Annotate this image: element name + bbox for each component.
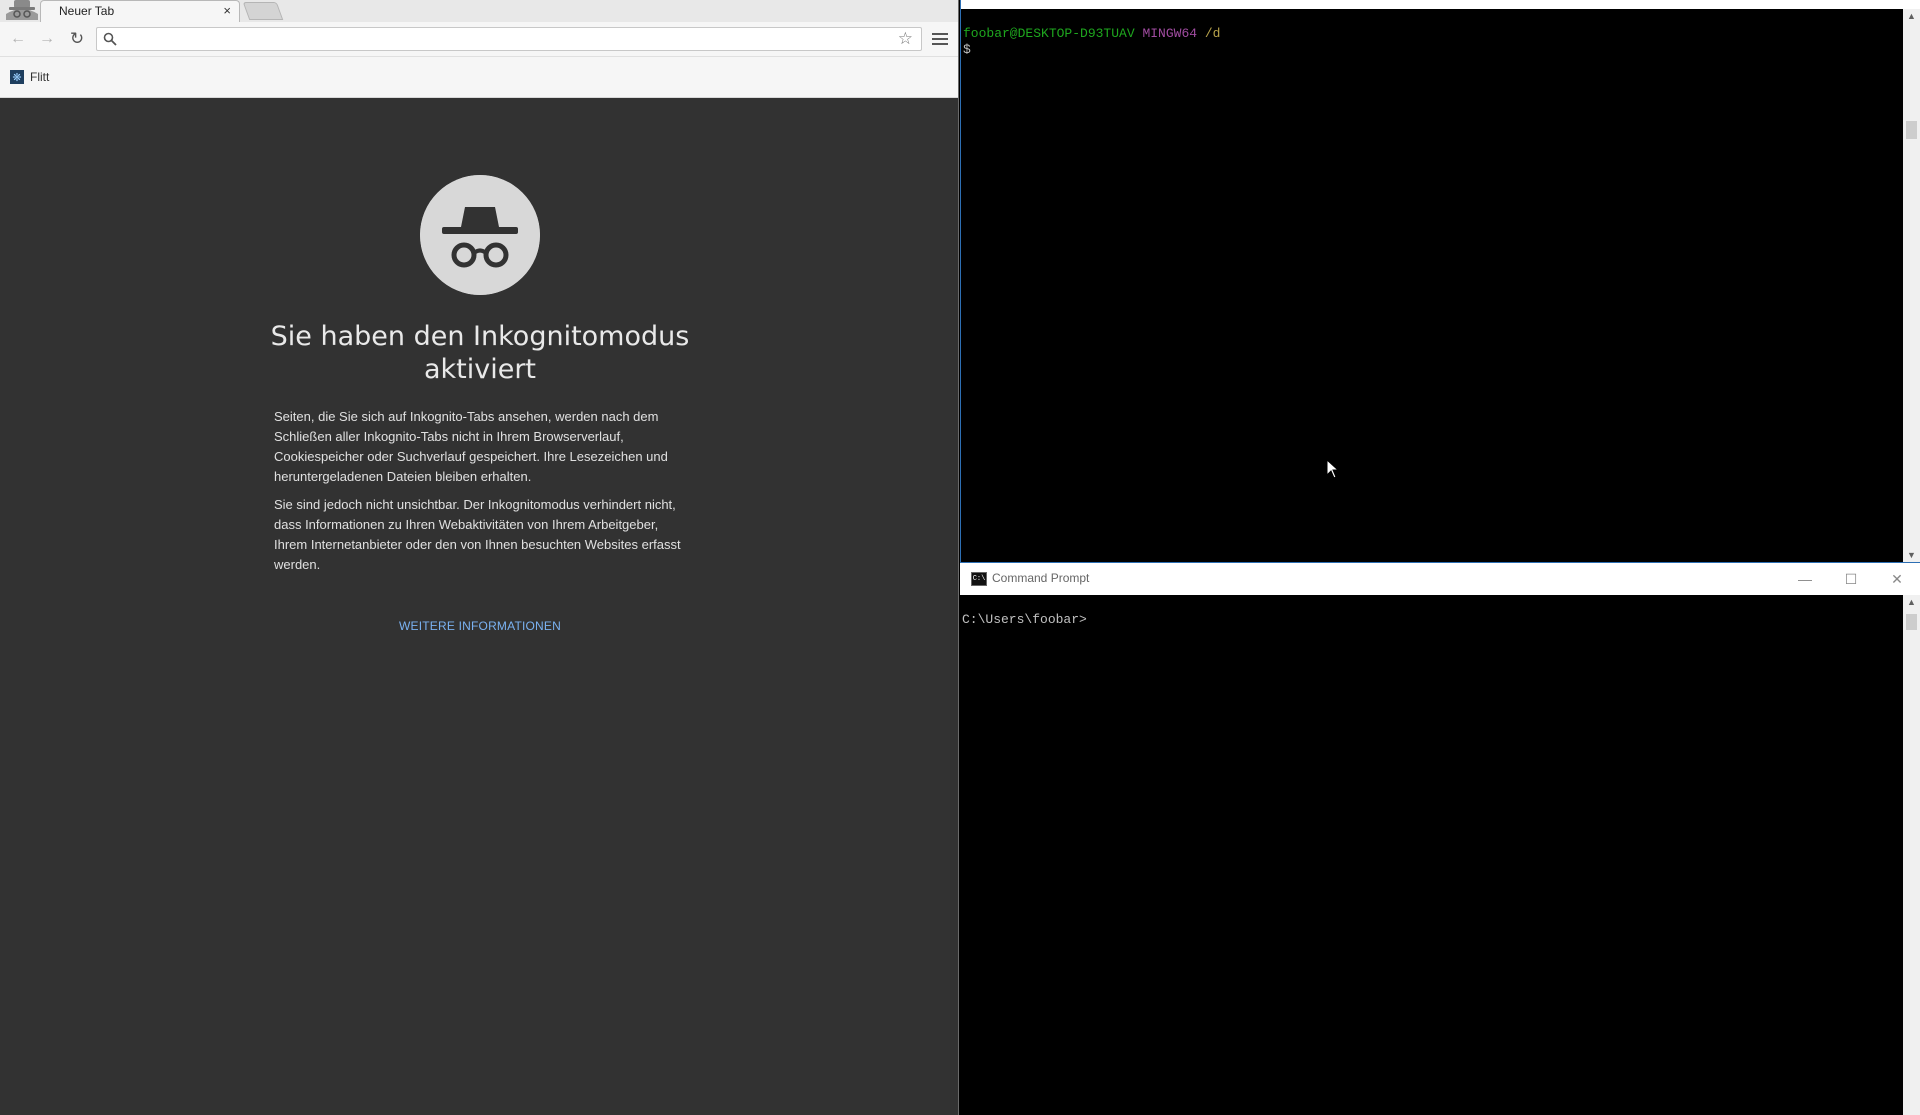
scroll-up-arrow-icon[interactable]: ▲ [1903, 9, 1920, 23]
reload-icon[interactable]: ↻ [66, 28, 88, 50]
bash-titlebar [961, 0, 1920, 9]
react-icon: ❋ [10, 70, 24, 84]
minimize-icon[interactable]: — [1782, 563, 1828, 595]
vertical-scrollbar[interactable]: ▲ ▼ [1903, 9, 1920, 562]
back-arrow-icon[interactable]: ← [7, 28, 29, 50]
prompt-symbol: $ [963, 42, 971, 57]
prompt-line: C:\Users\foobar> [962, 612, 1087, 627]
command-prompt-window[interactable]: C:\ Command Prompt — ☐ ✕ C:\Users\foobar… [960, 563, 1920, 1115]
tab-strip: Neuer Tab × [0, 0, 958, 22]
cmd-terminal-output[interactable]: C:\Users\foobar> [962, 612, 1087, 627]
incognito-page: Sie haben den Inkognitomodus aktiviert S… [0, 98, 958, 1115]
search-icon [103, 32, 117, 46]
window-title: Command Prompt [992, 571, 1090, 585]
cmd-app-icon: C:\ [971, 572, 987, 586]
page-title: Sie haben den Inkognitomodus aktiviert [270, 321, 690, 385]
bookmark-label: Flitt [30, 70, 50, 84]
incognito-spy-icon [420, 175, 540, 295]
current-path: /d [1204, 26, 1221, 41]
menu-icon[interactable] [932, 30, 948, 48]
tab-new-tab[interactable]: Neuer Tab × [40, 0, 240, 22]
chrome-window: Neuer Tab × ← → ↻ ☆ ❋ Flitt Sie haben de… [0, 0, 959, 1115]
learn-more-link[interactable]: WEITERE INFORMATIONEN [300, 619, 660, 633]
prompt-line: foobar@DESKTOP-D93TUAV MINGW64 /d [963, 26, 1220, 42]
scroll-thumb[interactable] [1906, 614, 1917, 630]
scroll-down-arrow-icon[interactable]: ▼ [1903, 548, 1920, 562]
bash-terminal-output[interactable]: foobar@DESKTOP-D93TUAV MINGW64 /d $ [963, 26, 1220, 58]
info-paragraph: Seiten, die Sie sich auf Inkognito-Tabs … [274, 409, 668, 484]
user-host: foobar@DESKTOP-D93TUAV [963, 26, 1135, 41]
close-icon[interactable]: ✕ [1874, 563, 1920, 595]
mouse-cursor-icon [1326, 459, 1340, 479]
tab-close-icon[interactable]: × [223, 3, 231, 19]
tab-title: Neuer Tab [59, 4, 115, 18]
bookmarks-bar: ❋ Flitt [0, 57, 958, 98]
scroll-up-arrow-icon[interactable]: ▲ [1903, 595, 1920, 609]
system-name: MINGW64 [1142, 26, 1198, 41]
scroll-thumb[interactable] [1906, 121, 1917, 139]
new-tab-button[interactable] [242, 2, 284, 20]
browser-toolbar: ← → ↻ ☆ [0, 22, 958, 57]
cmd-titlebar: C:\ Command Prompt — ☐ ✕ [960, 563, 1920, 595]
info-paragraph: Sie sind jedoch nicht unsichtbar. Der In… [274, 497, 681, 572]
address-input[interactable] [123, 31, 887, 49]
bookmark-star-icon[interactable]: ☆ [898, 30, 913, 48]
omnibox[interactable]: ☆ [96, 27, 922, 51]
bash-terminal-window[interactable]: foobar@DESKTOP-D93TUAV MINGW64 /d $ ▲ ▼ [960, 0, 1920, 563]
forward-arrow-icon[interactable]: → [36, 28, 58, 50]
incognito-avatar-icon [6, 0, 38, 20]
vertical-scrollbar[interactable]: ▲ [1903, 595, 1920, 1115]
bookmark-item[interactable]: ❋ Flitt [10, 68, 49, 86]
maximize-icon[interactable]: ☐ [1828, 563, 1874, 595]
